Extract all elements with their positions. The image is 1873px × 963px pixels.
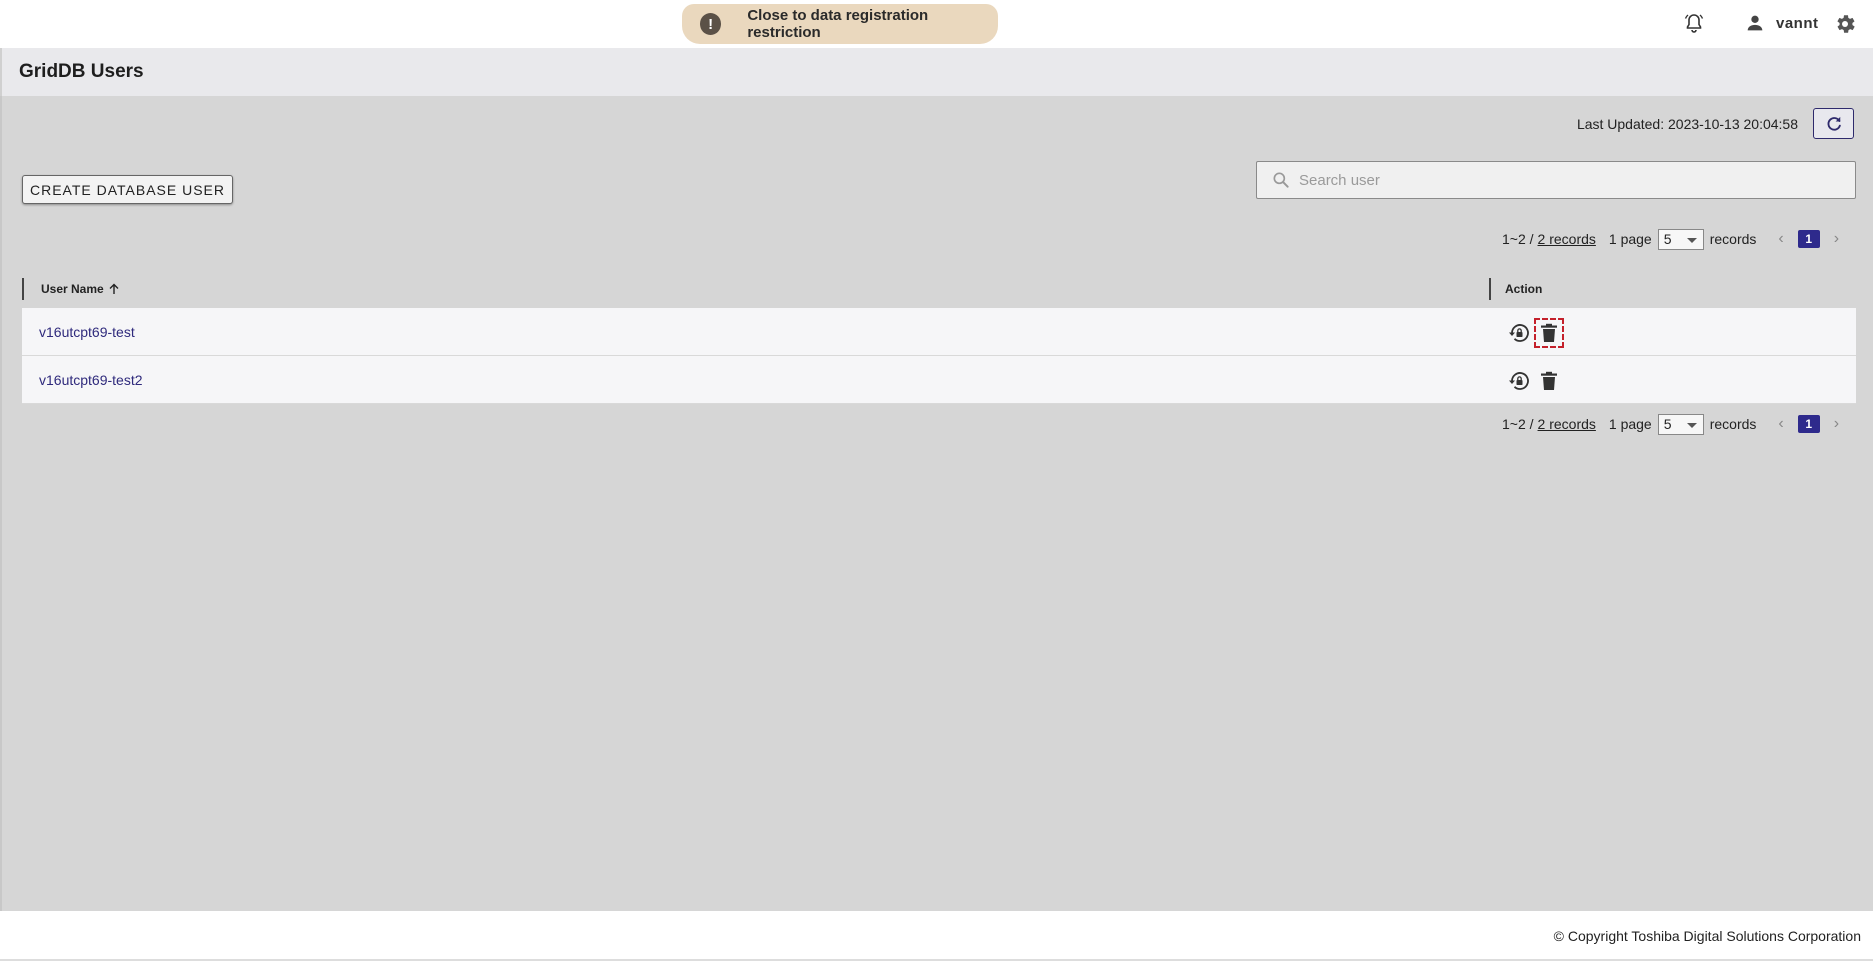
top-bar: ! Close to data registration restriction… (0, 0, 1873, 47)
lock-reset-icon (1509, 372, 1529, 390)
page-size-value: 5 (1663, 416, 1672, 432)
next-page-button[interactable]: › (1834, 230, 1839, 248)
pagination-top: 1~2 / 2 records 1 page 5 records ‹ 1 › (1502, 228, 1839, 250)
users-table: User Name Action v16utcpt69-test v16utcp… (22, 270, 1856, 404)
records-count-link[interactable]: 2 records (1538, 416, 1596, 432)
column-header-user-name[interactable]: User Name (22, 278, 120, 300)
search-box[interactable] (1256, 161, 1856, 199)
page-header: GridDB Users (0, 48, 1873, 96)
pagination-bottom: 1~2 / 2 records 1 page 5 records ‹ 1 › (1502, 413, 1839, 435)
chevron-down-icon (1686, 237, 1697, 243)
delete-user-button[interactable] (1534, 318, 1564, 348)
user-name-link[interactable]: v16utcpt69-test (39, 324, 135, 340)
gear-icon[interactable] (1833, 12, 1857, 36)
lock-reset-icon (1509, 324, 1529, 342)
chevron-down-icon (1686, 422, 1697, 428)
delete-user-button[interactable] (1534, 366, 1564, 396)
column-label: Action (1505, 282, 1543, 296)
reset-password-button[interactable] (1504, 366, 1534, 396)
row-actions (1504, 318, 1564, 348)
next-page-button[interactable]: › (1834, 415, 1839, 433)
column-label: User Name (41, 282, 104, 296)
user-icon[interactable] (1744, 12, 1766, 34)
column-header-action: Action (1489, 278, 1542, 300)
footer: © Copyright Toshiba Digital Solutions Co… (0, 911, 1873, 961)
prev-page-button[interactable]: ‹ (1778, 230, 1783, 248)
current-page-button[interactable]: 1 (1797, 230, 1820, 248)
user-name-link[interactable]: v16utcpt69-test2 (39, 372, 143, 388)
page-size-select[interactable]: 5 (1657, 413, 1704, 435)
page-size-select[interactable]: 5 (1657, 228, 1704, 250)
prev-page-button[interactable]: ‹ (1778, 415, 1783, 433)
records-label: records (1709, 416, 1757, 432)
trash-icon (1541, 323, 1557, 342)
sort-up-icon (109, 283, 119, 294)
search-user-input[interactable] (1299, 171, 1839, 189)
user-name[interactable]: vannt (1776, 15, 1819, 32)
reset-password-button[interactable] (1504, 318, 1534, 348)
current-page-button[interactable]: 1 (1797, 415, 1820, 433)
main-content: Last Updated: 2023-10-13 20:04:58 CREATE… (0, 96, 1873, 911)
bell-icon[interactable] (1682, 12, 1706, 36)
records-label: records (1709, 231, 1757, 247)
pagination-range: 1~2 / (1502, 416, 1534, 432)
copyright-text: © Copyright Toshiba Digital Solutions Co… (1553, 928, 1861, 944)
refresh-icon (1827, 116, 1841, 131)
warning-banner[interactable]: ! Close to data registration restriction (682, 4, 998, 44)
table-header: User Name Action (22, 270, 1856, 308)
refresh-button[interactable] (1813, 108, 1854, 139)
row-actions (1504, 366, 1564, 396)
warning-text: Close to data registration restriction (747, 7, 929, 41)
page-size-value: 5 (1663, 231, 1672, 247)
table-row: v16utcpt69-test (22, 308, 1856, 356)
warning-icon: ! (700, 13, 722, 35)
page-title: GridDB Users (19, 61, 144, 82)
records-count-link[interactable]: 2 records (1538, 231, 1596, 247)
last-updated-text: Last Updated: 2023-10-13 20:04:58 (1576, 116, 1798, 132)
pagination-range: 1~2 / (1502, 231, 1534, 247)
page-label: 1 page (1608, 231, 1652, 247)
create-database-user-button[interactable]: CREATE DATABASE USER (22, 175, 233, 204)
table-row: v16utcpt69-test2 (22, 356, 1856, 404)
search-icon (1273, 172, 1289, 188)
page-label: 1 page (1608, 416, 1652, 432)
trash-icon (1541, 371, 1557, 390)
